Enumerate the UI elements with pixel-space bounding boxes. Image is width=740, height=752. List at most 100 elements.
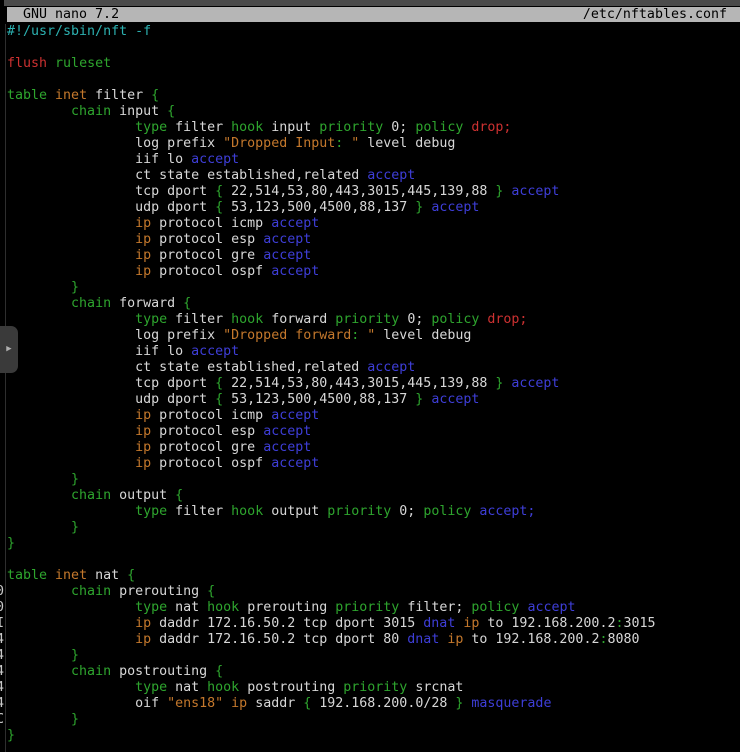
code-line [7,72,740,88]
code-segment: udp dport [7,200,215,215]
artifact-glyph: I [0,616,4,632]
code-line: ip protocol ospf accept [7,456,740,472]
code-segment [7,296,71,311]
code-segment [7,424,135,439]
code-segment: saddr [247,696,303,711]
artifact-glyph: 4 [0,648,4,664]
code-segment: postrouting [111,664,215,679]
code-segment [7,680,135,695]
code-segment: accept [271,216,319,231]
code-segment: forward [111,296,183,311]
code-line: udp dport { 53,123,500,4500,88,137 } acc… [7,200,740,216]
editor-content[interactable]: #!/usr/sbin/nft -f flush ruleset table ine… [7,24,740,752]
code-segment: type [135,120,167,135]
code-segment: output [263,504,327,519]
code-segment [7,632,135,647]
code-segment: } [71,648,79,663]
code-segment: prerouting [111,584,207,599]
code-segment: to 192.168.200.2 [479,616,615,631]
arrow-right-icon: ▶ [6,345,11,354]
code-segment: ip [135,264,151,279]
code-line: udp dport { 53,123,500,4500,88,137 } acc… [7,392,740,408]
code-line: type filter hook output priority 0; poli… [7,504,740,520]
code-line: ip protocol gre accept [7,248,740,264]
code-segment: ip [231,696,247,711]
code-segment: accept [431,392,479,407]
code-segment [7,248,135,263]
code-segment: protocol icmp [151,216,271,231]
code-segment: } [7,536,15,551]
code-segment: udp dport [7,392,215,407]
code-segment: policy [471,600,519,615]
code-segment: "Dropped Input [223,136,335,151]
code-segment [7,312,135,327]
code-segment: filter [167,312,231,327]
code-segment: accept [191,344,239,359]
code-segment: log prefix [7,136,223,151]
code-segment: filter [167,120,231,135]
code-segment: #!/usr/sbin/nft -f [7,24,151,39]
code-segment: postrouting [239,680,343,695]
screen-artifact: 4 [0,632,5,648]
code-segment: 22,514,53,80,443,3015,445,139,88 [223,376,495,391]
drawer-toggle-handle[interactable]: ▶ [0,326,18,373]
code-segment: " [343,136,359,151]
code-line: ip daddr 172.16.50.2 tcp dport 3015 dnat… [7,616,740,632]
code-segment: priority [335,600,399,615]
code-segment: log prefix [7,328,223,343]
code-segment: protocol gre [151,440,263,455]
code-segment: { [215,664,223,679]
code-segment: type [135,680,167,695]
screen-artifact: I [0,616,5,632]
code-segment: chain [71,664,111,679]
code-segment: { [207,584,215,599]
code-segment: } [7,728,15,743]
code-segment [7,712,71,727]
screen-artifact: 0 [0,584,5,600]
code-line: chain prerouting { [7,584,740,600]
code-segment: ip [135,248,151,263]
code-segment: ip [135,632,151,647]
code-segment: oif [7,696,167,711]
code-segment: 192.168.200.0/28 [311,696,455,711]
code-segment: input [111,104,167,119]
code-segment: type [135,504,167,519]
code-segment: ruleset [55,56,111,71]
code-segment: output [111,488,175,503]
code-segment [7,216,135,231]
code-segment: srcnat [407,680,463,695]
code-segment: type [135,312,167,327]
code-segment: drop; [487,312,527,327]
code-segment [7,664,71,679]
code-segment: ip [463,616,479,631]
code-segment: ip [135,408,151,423]
code-segment [7,104,71,119]
code-line: chain output { [7,488,740,504]
code-line: chain forward { [7,296,740,312]
code-segment: protocol esp [151,424,263,439]
code-line: } [7,648,740,664]
code-segment [7,504,135,519]
terminal-screen[interactable]: GNU nano 7.2 /etc/nftables.conf #!/usr/s… [0,0,740,752]
code-segment: accept [271,264,319,279]
code-segment: "Dropped forward [223,328,351,343]
artifact-glyph: 0 [0,584,4,600]
code-line: log prefix "Dropped Input: " level debug [7,136,740,152]
code-segment: " [359,328,375,343]
code-segment [7,488,71,503]
code-segment [7,120,135,135]
code-segment: protocol icmp [151,408,271,423]
code-line: ip protocol icmp accept [7,408,740,424]
code-line: type nat hook prerouting priority filter… [7,600,740,616]
code-segment: ip [135,216,151,231]
code-segment: 0; [383,120,415,135]
code-segment: daddr 172.16.50.2 tcp dport 80 [151,632,407,647]
code-line: table inet filter { [7,88,740,104]
code-segment: type [135,600,167,615]
code-segment [223,696,231,711]
code-segment: hook [231,504,263,519]
code-segment: flush [7,56,47,71]
code-segment: nat [87,568,127,583]
code-segment: daddr 172.16.50.2 tcp dport 3015 [151,616,423,631]
code-line: ip protocol ospf accept [7,264,740,280]
